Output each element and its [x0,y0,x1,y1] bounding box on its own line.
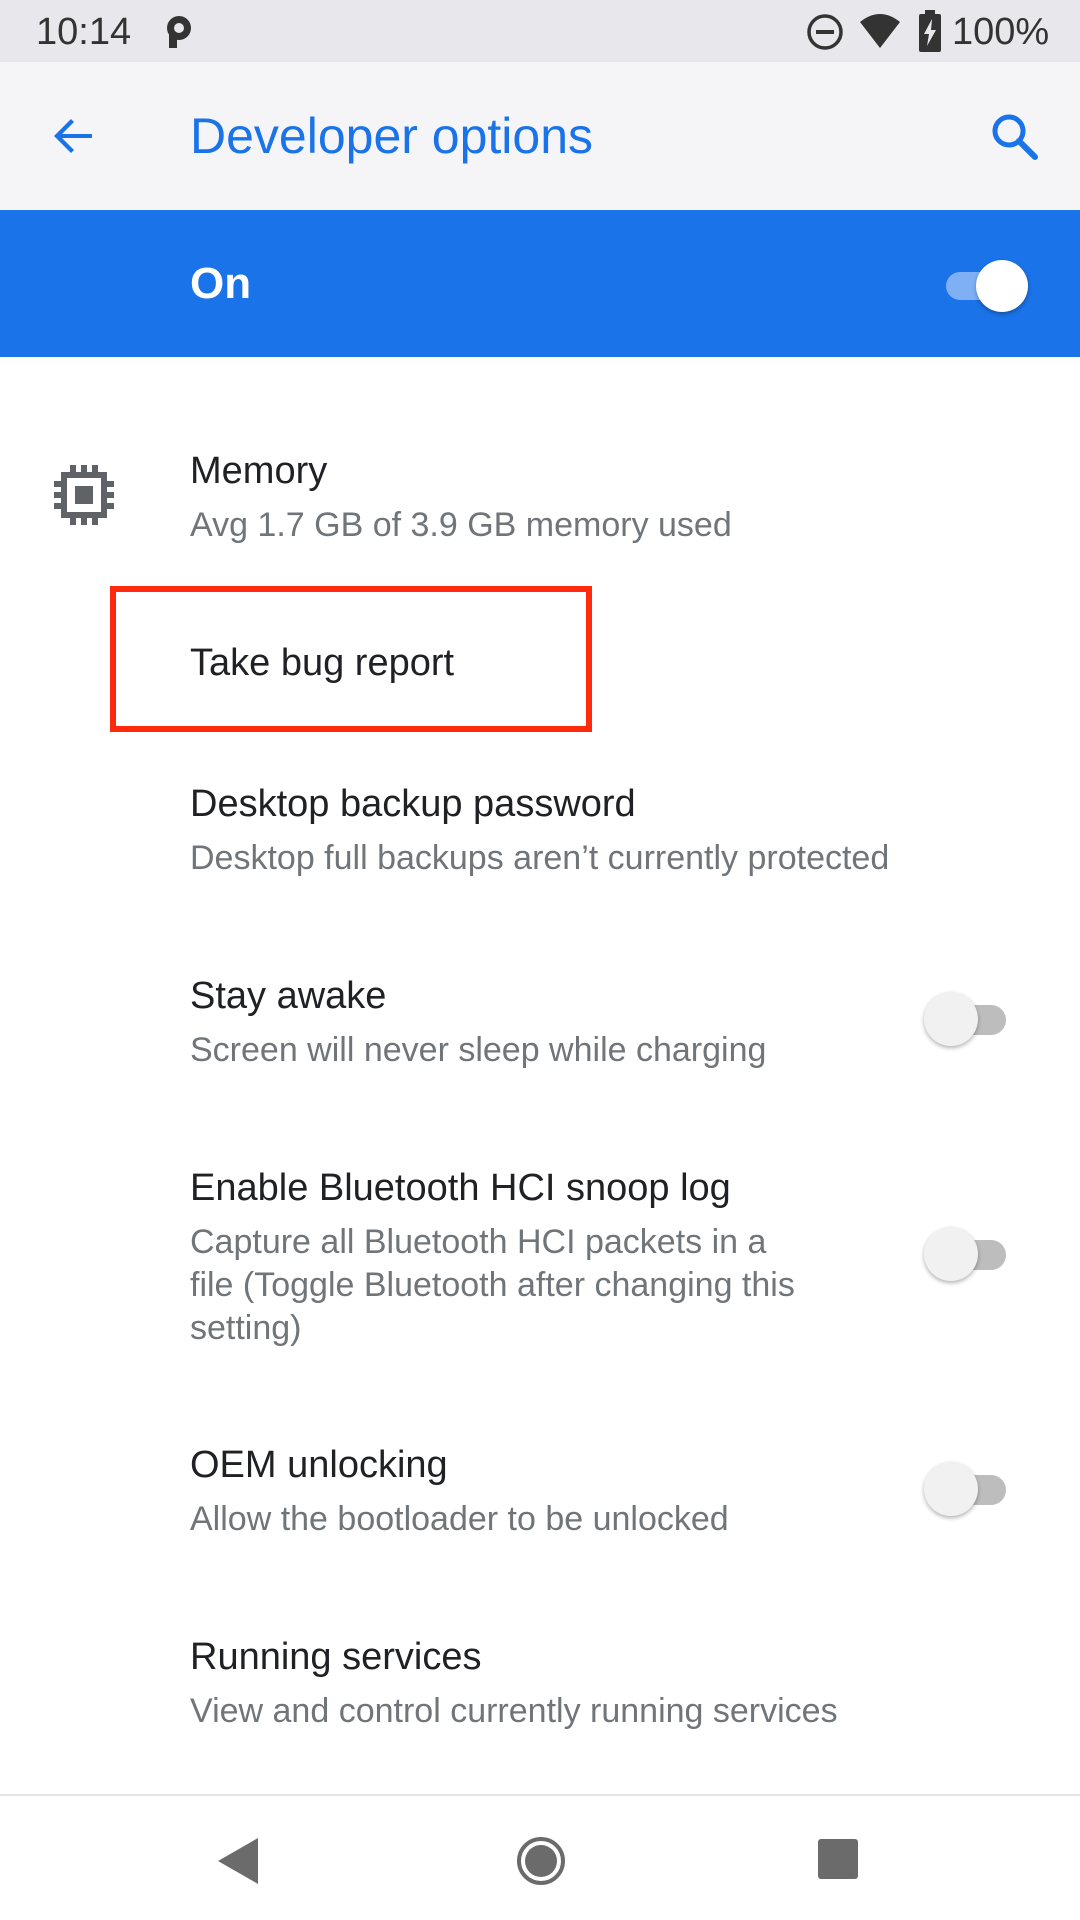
master-switch-toggle[interactable] [946,260,1032,312]
stay-awake-summary: Screen will never sleep while charging [190,1031,767,1069]
take-bug-report-title: Take bug report [190,642,455,684]
oem-unlocking-title: OEM unlocking [190,1444,448,1486]
arrow-back-icon [54,119,92,153]
desktop-backup-password-summary: Desktop full backups aren’t currently pr… [190,839,890,877]
status-time: 10:14 [36,11,132,53]
oem-unlocking-summary: Allow the bootloader to be unlocked [190,1500,729,1538]
toggle-thumb [924,1227,978,1281]
parking-notification-icon [167,16,191,48]
memory-title: Memory [190,450,328,492]
stay-awake-title: Stay awake [190,975,387,1017]
running-services-title: Running services [190,1636,482,1678]
bluetooth-hci-summary-line-3: setting) [190,1309,302,1347]
nav-recents-icon[interactable] [817,1838,859,1880]
search-button[interactable] [984,106,1044,166]
stay-awake-toggle[interactable] [924,991,1010,1047]
master-switch-bar[interactable]: On [0,210,1080,357]
bluetooth-hci-summary-line-2: file (Toggle Bluetooth after changing th… [190,1266,795,1304]
bluetooth-hci-summary-line-1: Capture all Bluetooth HCI packets in a [190,1223,767,1261]
screen: 10:14 100% Developer options On Memory A… [0,0,1080,1920]
app-bar: Developer options [0,62,1080,211]
do-not-disturb-icon [807,14,843,50]
list-item-memory[interactable] [0,420,1080,570]
memory-chip-icon [54,465,114,525]
page-title: Developer options [190,108,594,164]
master-switch-thumb [976,260,1028,312]
memory-summary: Avg 1.7 GB of 3.9 GB memory used [190,506,732,544]
desktop-backup-password-title: Desktop backup password [190,783,636,825]
status-bar: 10:14 100% [0,0,1080,62]
back-button[interactable] [44,106,104,166]
battery-charging-icon [919,10,941,52]
master-switch-label: On [190,259,252,308]
toggle-thumb [924,992,978,1046]
bluetooth-hci-toggle[interactable] [924,1226,1010,1282]
running-services-summary: View and control currently running servi… [190,1692,838,1730]
battery-percentage: 100% [952,11,1050,53]
oem-unlocking-toggle[interactable] [924,1461,1010,1517]
search-icon [992,114,1038,160]
navigation-bar [0,1794,1080,1920]
toggle-thumb [924,1462,978,1516]
nav-back-icon[interactable] [214,1836,262,1886]
wifi-icon [860,14,900,48]
nav-home-icon[interactable] [516,1836,566,1886]
bluetooth-hci-title: Enable Bluetooth HCI snoop log [190,1167,731,1209]
